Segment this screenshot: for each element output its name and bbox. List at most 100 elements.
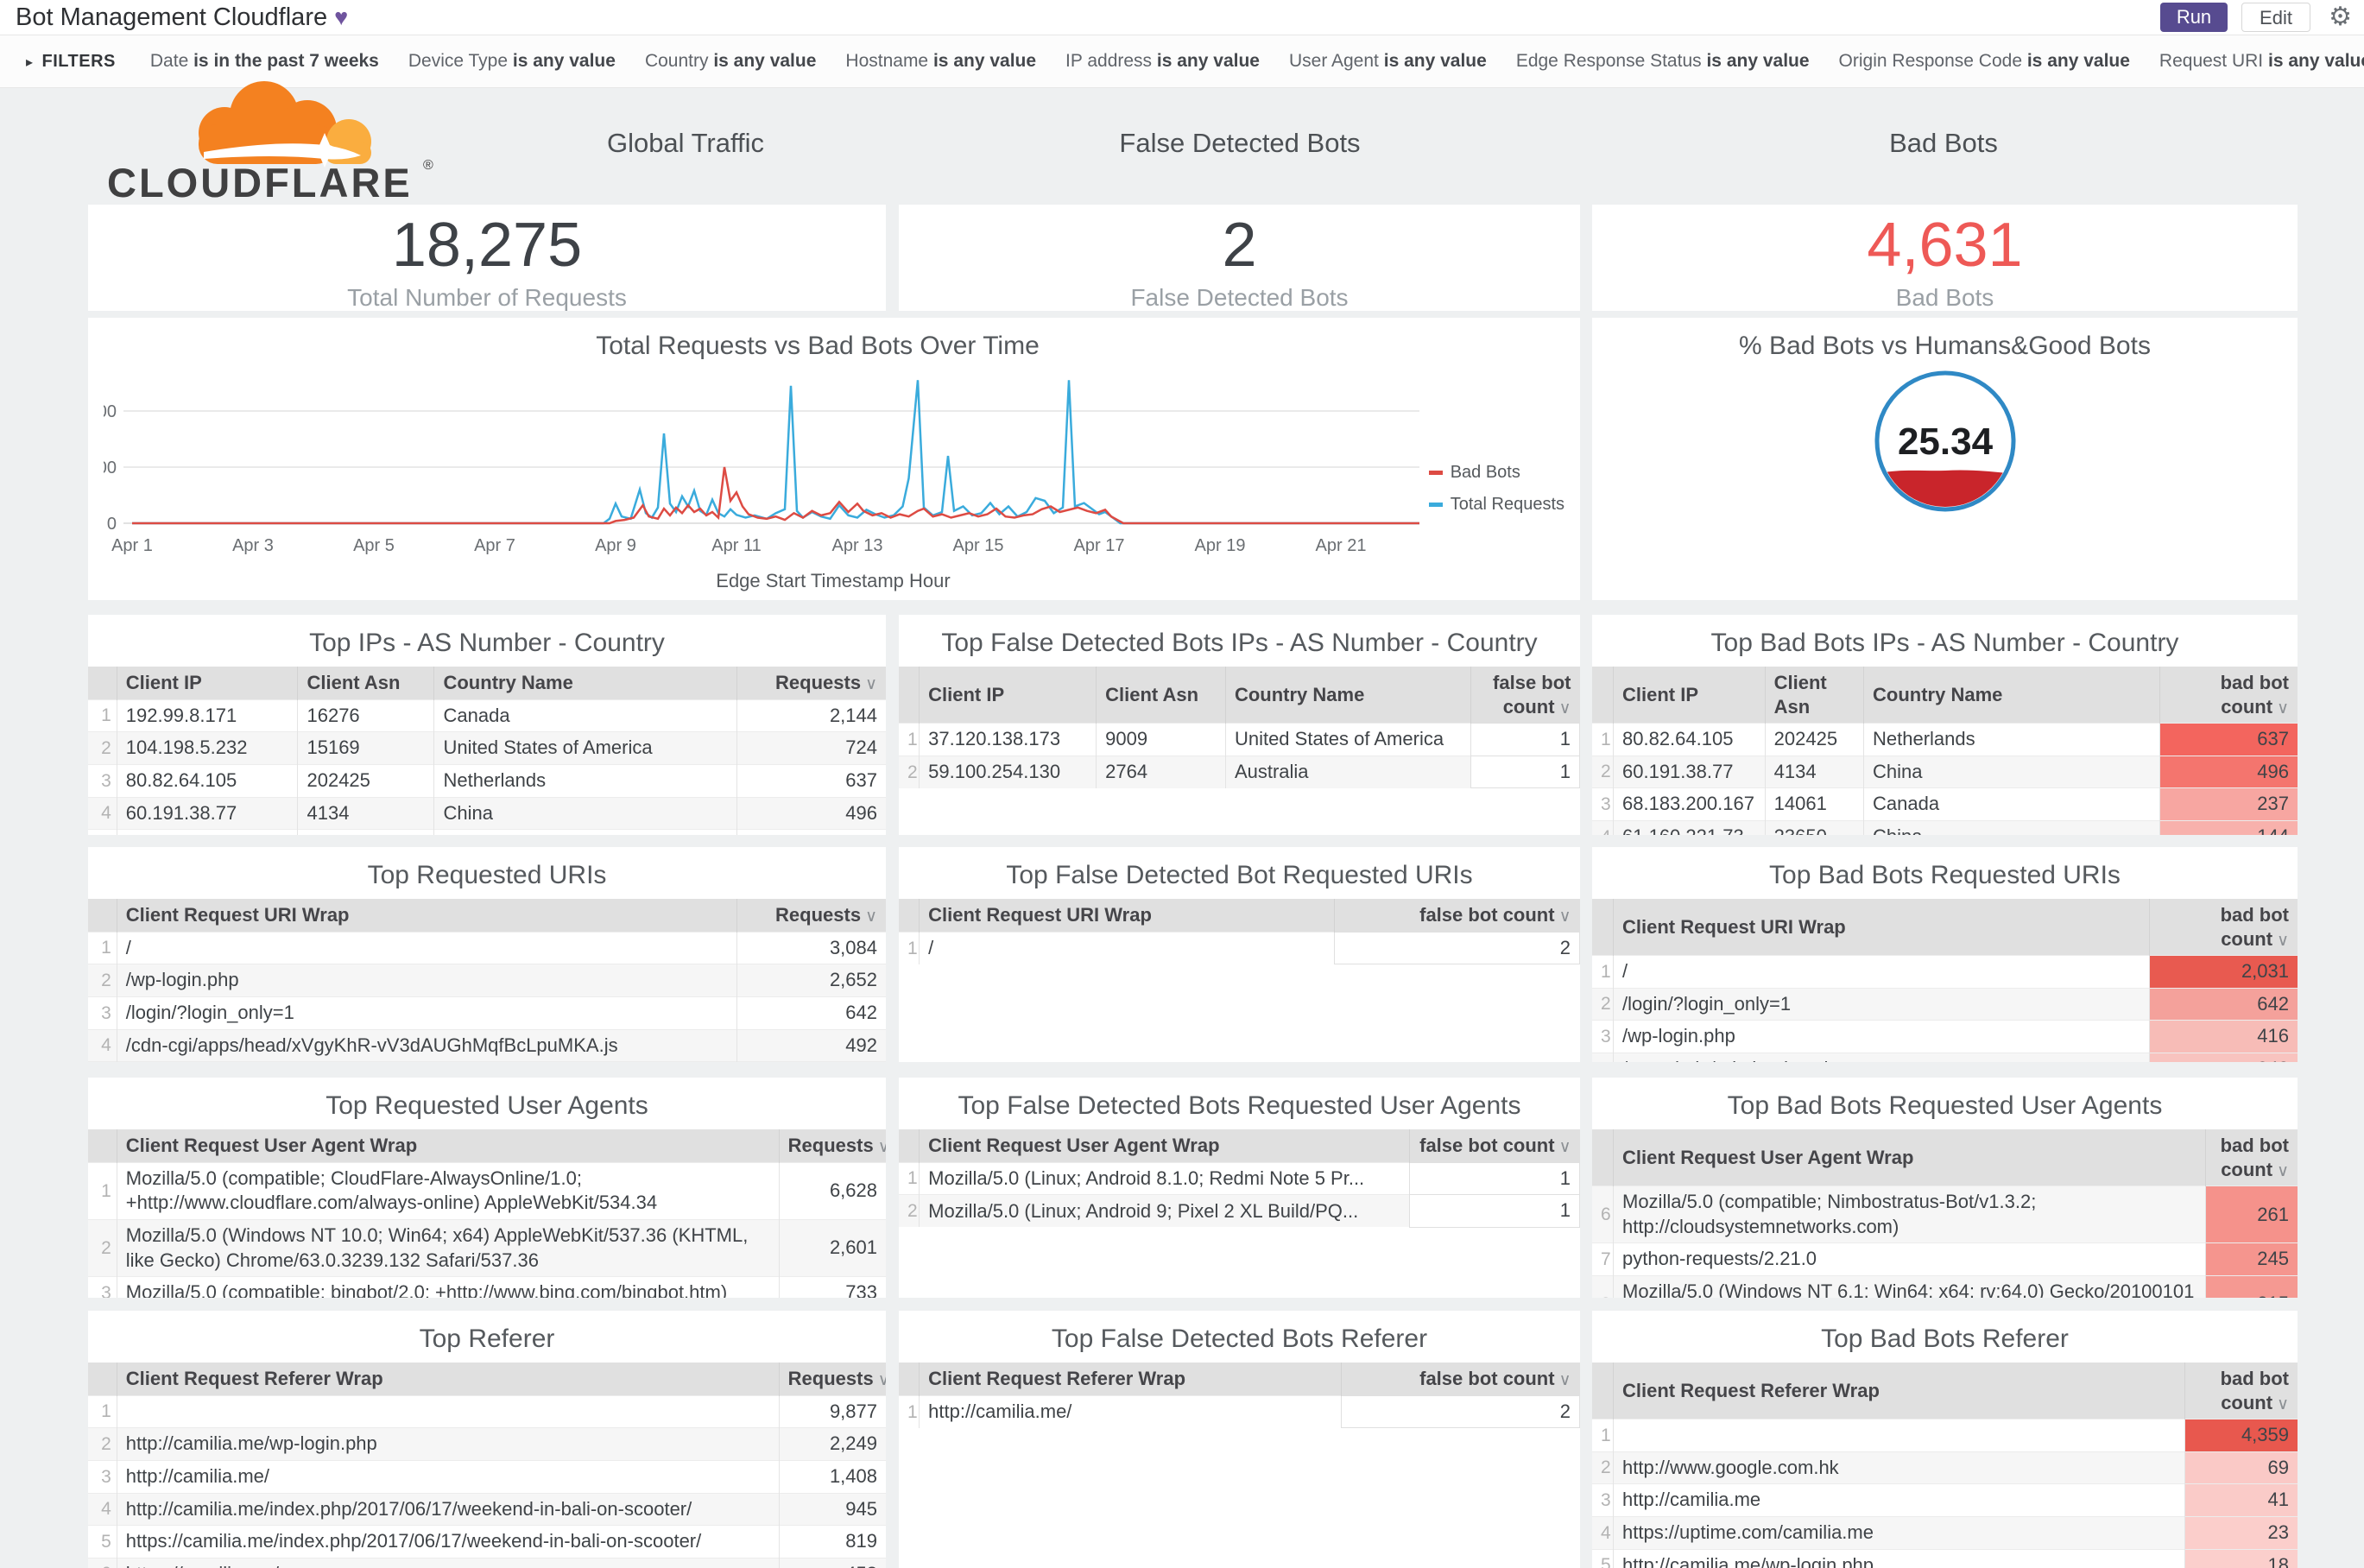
table-row[interactable]: 2 60.191.38.77 4134 China 496 [1592, 755, 2298, 788]
chart-requests-vs-badbots[interactable]: Total Requests vs Bad Bots Over Time 0 10… [88, 318, 1580, 600]
table-cell[interactable]: 261 [2205, 1185, 2298, 1243]
column-header[interactable]: false bot count ∨ [1334, 899, 1580, 933]
table-cell[interactable]: 15169 [297, 731, 434, 765]
table-cell[interactable]: 945 [778, 1492, 886, 1526]
table-cell[interactable]: /wp-login.php [1613, 1020, 2150, 1053]
column-header[interactable]: Country Name [1863, 667, 2160, 724]
table-cell[interactable]: 733 [778, 1276, 886, 1298]
table-cell[interactable]: 243 [2148, 1053, 2298, 1062]
table-cell[interactable]: 9,877 [778, 1394, 886, 1428]
filter-country[interactable]: Country is any value [645, 51, 816, 72]
table-cell[interactable]: 4134 [297, 796, 434, 830]
table-cell[interactable]: 2,249 [778, 1427, 886, 1461]
column-header[interactable]: Requests ∨ [778, 1129, 886, 1163]
table-row[interactable]: 7 python-requests/2.21.0 245 [1592, 1242, 2298, 1276]
table-cell[interactable]: United States of America [433, 829, 737, 835]
table-cell[interactable]: 2,031 [2148, 955, 2298, 989]
table-cell[interactable]: Mozilla/5.0 (compatible; bingbot/2.0; +h… [116, 1276, 780, 1298]
table-cell[interactable]: 80.82.64.105 [116, 763, 298, 798]
column-header[interactable]: Client Asn [1096, 667, 1226, 724]
table-cell[interactable]: 416 [2148, 1020, 2298, 1053]
table-cell[interactable]: 4,359 [2184, 1419, 2298, 1452]
gauge-card[interactable]: % Bad Bots vs Humans&Good Bots 25.34 [1592, 318, 2298, 600]
column-header[interactable]: Country Name [433, 667, 737, 700]
table-cell[interactable]: 1,408 [778, 1459, 886, 1494]
table-cell[interactable]: Australia [1224, 755, 1471, 788]
table-cell[interactable] [116, 1394, 780, 1428]
table-cell[interactable]: 637 [736, 763, 886, 798]
table-cell[interactable]: Mozilla/5.0 (compatible; Nimbostratus-Bo… [1612, 1185, 2206, 1243]
column-header[interactable]: Client Request User Agent Wrap [116, 1129, 780, 1163]
table-cell[interactable]: 496 [2159, 755, 2298, 788]
column-header[interactable]: Client IP [1613, 667, 1766, 724]
table-row[interactable]: 1 9,877 [88, 1394, 886, 1428]
filter-origin-response-code[interactable]: Origin Response Code is any value [1839, 51, 2130, 72]
table-cell[interactable]: 60.191.38.77 [1613, 755, 1766, 788]
table-row[interactable]: 6 Mozilla/5.0 (compatible; Nimbostratus-B… [1592, 1185, 2298, 1243]
table-cell[interactable]: 2 [1341, 1394, 1580, 1429]
column-header[interactable]: bad bot count ∨ [2184, 1363, 2298, 1419]
table-cell[interactable]: /login/?login_only=1 [1613, 987, 2150, 1021]
table-cell[interactable]: 19165 [297, 829, 434, 835]
table-row[interactable]: 2 59.100.254.130 2764 Australia 1 [899, 755, 1580, 789]
filter-ip-address[interactable]: IP address is any value [1065, 51, 1260, 72]
table-cell[interactable]: 1 [1408, 1194, 1580, 1228]
table-cell[interactable]: /wp-admin/admin-ajax.php [1613, 1053, 2150, 1062]
gear-icon[interactable]: ⚙ [2329, 2, 2352, 32]
table-cell[interactable]: 80.82.64.105 [1613, 723, 1766, 756]
table-cell[interactable]: China [433, 796, 737, 830]
table-cell[interactable]: 23650 [1764, 820, 1864, 835]
table-cell[interactable]: 3,084 [736, 931, 886, 964]
table-cell[interactable]: / [1613, 955, 2150, 989]
table-cell[interactable]: 192.99.8.171 [116, 699, 298, 732]
table-row[interactable]: 4 60.191.38.77 4134 China 496 [88, 796, 886, 830]
table-cell[interactable]: 819 [778, 1525, 886, 1559]
table-cell[interactable]: Mozilla/5.0 (Windows NT 10.0; Win64; x64… [116, 1218, 780, 1277]
table-cell[interactable]: 2,601 [778, 1218, 886, 1277]
table-cell[interactable]: 202425 [1764, 723, 1864, 756]
kpi-total-requests[interactable]: 18,275 Total Number of Requests [88, 205, 886, 311]
table-row[interactable]: 1/3,084 [88, 931, 886, 964]
table-cell[interactable]: / [116, 931, 737, 964]
column-header[interactable]: Client Request URI Wrap [919, 899, 1335, 933]
table-cell[interactable]: python-requests/2.21.0 [1612, 1242, 2206, 1276]
legend-item[interactable]: Total Requests [1428, 495, 1564, 515]
column-header[interactable]: false bot count ∨ [1408, 1129, 1580, 1163]
table-row[interactable]: 1 Mozilla/5.0 (Linux; Android 8.1.0; Redm… [899, 1161, 1580, 1196]
table-row[interactable]: 2 Mozilla/5.0 (Windows NT 10.0; Win64; x6… [88, 1218, 886, 1277]
column-header[interactable]: Client IP [919, 667, 1097, 724]
table-cell[interactable]: 496 [736, 796, 886, 830]
table-cell[interactable]: 59.100.254.130 [919, 755, 1097, 788]
table-cell[interactable]: https://uptime.com/camilia.me [1613, 1516, 2185, 1550]
table-cell[interactable]: United States of America [1224, 723, 1471, 756]
filters-toggle[interactable]: ▸ FILTERS [26, 52, 116, 72]
column-header[interactable]: Requests ∨ [778, 1363, 886, 1396]
table-cell[interactable]: 60.191.38.77 [116, 796, 298, 830]
table-row[interactable]: 2 http://www.google.com.hk 69 [1592, 1451, 2298, 1484]
table-row[interactable]: 1 80.82.64.105 202425 Netherlands 637 [1592, 723, 2298, 756]
table-cell[interactable]: 69 [2184, 1451, 2298, 1484]
table-row[interactable]: 4 http://camilia.me/index.php/2017/06/17/… [88, 1492, 886, 1526]
table-cell[interactable]: 9009 [1096, 723, 1226, 756]
table-cell[interactable]: 637 [2159, 723, 2298, 756]
table-cell[interactable]: https://camilia.me/ [116, 1557, 780, 1568]
table-row[interactable]: 2 Mozilla/5.0 (Linux; Android 9; Pixel 2 … [899, 1194, 1580, 1228]
table-row[interactable]: 1 Mozilla/5.0 (compatible; CloudFlare-Alw… [88, 1161, 886, 1220]
table-row[interactable]: 3 http://camilia.me/1,408 [88, 1459, 886, 1494]
table-row[interactable]: 1 192.99.8.171 16276 Canada 2,144 [88, 699, 886, 732]
column-header[interactable]: bad bot count ∨ [2148, 899, 2298, 956]
table-cell[interactable]: 61.160.221.73 [1613, 820, 1766, 835]
table-row[interactable]: 1/2,031 [1592, 955, 2298, 989]
table-row[interactable]: 3 68.183.200.167 14061 Canada 237 [1592, 787, 2298, 821]
table-row[interactable]: 5 http://camilia.me/wp-login.php 18 [1592, 1548, 2298, 1568]
column-header[interactable]: Client Request Referer Wrap [116, 1363, 780, 1396]
column-header[interactable]: Client Asn [1764, 667, 1864, 724]
table-cell[interactable]: 23 [2184, 1516, 2298, 1550]
table-cell[interactable]: 2,144 [736, 699, 886, 732]
column-header[interactable]: Client Request User Agent Wrap [1612, 1129, 2206, 1186]
table-cell[interactable]: 642 [2148, 987, 2298, 1021]
table-row[interactable]: 1/2 [899, 931, 1580, 965]
table-row[interactable]: 3 http://camilia.me 41 [1592, 1483, 2298, 1517]
table-cell[interactable]: 1 [1470, 755, 1580, 789]
table-cell[interactable]: 351 [736, 829, 886, 835]
